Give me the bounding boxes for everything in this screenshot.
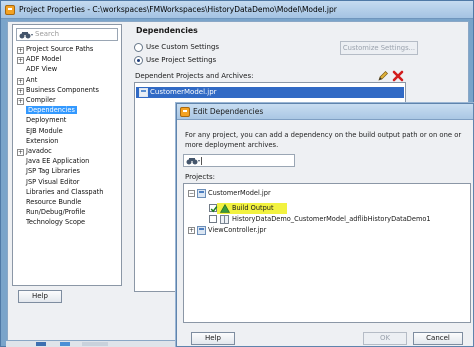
expand-toggle[interactable]: + <box>17 98 24 105</box>
tree-item[interactable]: + Compiler <box>17 95 56 105</box>
archive-icon <box>220 215 229 224</box>
tree-item-label: Javadoc <box>26 147 52 155</box>
tree-item-label: ADF View <box>26 65 58 74</box>
tree-item-archive[interactable]: HistoryDataDemo_CustomerModel_adflibHist… <box>232 214 431 224</box>
radio-use-project-settings[interactable] <box>134 56 143 65</box>
binoculars-icon <box>186 158 200 165</box>
help-button[interactable]: Help <box>18 290 62 303</box>
dialog-description: For any project, you can add a dependenc… <box>185 131 462 149</box>
build-output-icon <box>220 204 230 213</box>
tree-project-customermodel[interactable]: CustomerModel.jpr <box>208 188 271 198</box>
category-tree: + Project Source Paths + ADF Model ADF View +… <box>17 44 121 284</box>
collapse-toggle[interactable]: − <box>188 190 195 197</box>
tree-item[interactable]: ADF View <box>17 64 57 74</box>
text-caret <box>201 157 202 165</box>
dialog-title: Edit Dependencies <box>193 107 264 116</box>
expand-toggle[interactable]: + <box>188 227 195 234</box>
tree-item-build-output[interactable]: Build Output <box>232 203 274 213</box>
tree-item[interactable]: Java EE Application <box>17 156 89 166</box>
tree-item-label: Run/Debug/Profile <box>26 208 86 217</box>
tree-item-label: Compiler <box>26 96 56 104</box>
radio-use-custom-settings[interactable] <box>134 43 143 52</box>
tree-item[interactable]: Libraries and Classpath <box>17 187 103 197</box>
edit-dependencies-dialog: Edit Dependencies For any project, you c… <box>176 103 474 347</box>
project-icon <box>139 88 148 97</box>
checkbox-build-output[interactable] <box>209 204 218 213</box>
expand-toggle[interactable]: + <box>17 149 24 156</box>
tree-item[interactable]: + Ant <box>17 75 37 85</box>
checkbox-archive[interactable] <box>209 215 217 223</box>
tree-item[interactable]: EJB Module <box>17 126 63 136</box>
cancel-button[interactable]: Cancel <box>413 332 463 345</box>
projects-search-input[interactable] <box>183 154 295 167</box>
tree-item-label: Ant <box>26 75 38 84</box>
category-tree-panel: Search + Project Source Paths + ADF Model AD… <box>12 24 122 286</box>
section-header: Dependencies <box>130 24 460 38</box>
tree-item[interactable]: + Javadoc <box>17 146 52 156</box>
binoculars-icon <box>19 32 33 39</box>
list-item-label: CustomerModel.jpr <box>150 88 217 96</box>
taskbar-fragment <box>60 342 70 346</box>
tree-item-label: JSP Visual Editor <box>26 177 80 186</box>
expand-toggle[interactable]: + <box>17 77 24 85</box>
remove-dependency-button[interactable] <box>392 70 404 82</box>
tree-item-label: Project Source Paths <box>26 45 94 53</box>
tree-item-label: Deployment <box>26 116 67 125</box>
tree-item[interactable]: JSP Visual Editor <box>17 177 80 187</box>
checkmark-icon <box>210 206 218 213</box>
radio-project-label: Use Project Settings <box>146 56 217 64</box>
tree-item[interactable]: JSP Tag Libraries <box>17 166 80 176</box>
projects-tree: − CustomerModel.jpr Build Output History… <box>183 183 471 323</box>
dependent-projects-label: Dependent Projects and Archives: <box>135 72 254 80</box>
tree-item-label: JSP Tag Libraries <box>26 167 80 176</box>
tree-item-label: Java EE Application <box>26 157 90 166</box>
edit-dependency-button[interactable] <box>377 70 389 82</box>
projects-label: Projects: <box>185 173 215 181</box>
tree-item[interactable]: Resource Bundle <box>17 197 81 207</box>
expand-toggle[interactable]: + <box>17 87 24 95</box>
tree-item-label: Dependencies <box>26 106 77 115</box>
tree-item[interactable]: Deployment <box>17 115 66 125</box>
tree-item-label: Extension <box>26 136 59 145</box>
pencil-icon <box>378 71 388 81</box>
tree-project-viewcontroller[interactable]: ViewController.jpr <box>208 225 266 235</box>
expand-toggle[interactable]: + <box>17 57 24 65</box>
tree-item-label: Resource Bundle <box>26 198 82 206</box>
radio-custom-label: Use Custom Settings <box>146 43 220 51</box>
window-title: Project Properties - C:\workspaces\FMWor… <box>19 5 337 14</box>
tree-item[interactable]: Extension <box>17 136 58 146</box>
expand-toggle[interactable]: + <box>17 47 24 54</box>
tree-item-label: ADF Model <box>26 55 62 64</box>
ok-button[interactable]: OK <box>363 332 407 345</box>
tree-item-label: Technology Scope <box>26 218 86 227</box>
taskbar-fragment <box>36 342 46 346</box>
delete-x-icon <box>392 70 404 82</box>
section-title: Dependencies <box>136 26 198 35</box>
taskbar-fragment <box>82 342 108 346</box>
tree-item-label: Libraries and Classpath <box>26 187 104 196</box>
dialog-title-bar: Edit Dependencies <box>177 104 473 120</box>
tree-item[interactable]: Run/Debug/Profile <box>17 207 85 217</box>
project-icon <box>197 189 206 198</box>
tree-item[interactable]: + Business Components <box>17 85 99 95</box>
list-item-customermodel[interactable]: CustomerModel.jpr <box>136 87 404 98</box>
title-bar: Project Properties - C:\workspaces\FMWor… <box>1 1 473 19</box>
jdeveloper-app-icon <box>5 5 15 15</box>
tree-item[interactable]: Dependencies <box>17 105 77 115</box>
customize-settings-button[interactable]: Customize Settings... <box>340 41 418 55</box>
tree-item-label: Business Components <box>26 85 99 94</box>
search-placeholder: Search <box>35 30 60 38</box>
tree-item[interactable]: Technology Scope <box>17 217 85 227</box>
tree-item[interactable]: + Project Source Paths <box>17 44 93 54</box>
tree-item-label: EJB Module <box>26 126 63 135</box>
project-icon <box>197 226 206 235</box>
jdeveloper-app-icon <box>180 107 190 117</box>
category-search-input[interactable]: Search <box>16 28 118 41</box>
tree-item[interactable]: + ADF Model <box>17 54 62 65</box>
dialog-help-button[interactable]: Help <box>191 332 235 345</box>
